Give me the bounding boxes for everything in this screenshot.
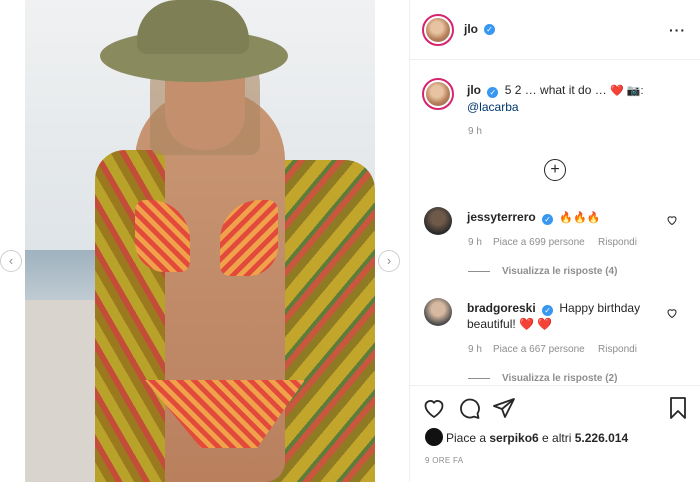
author-username[interactable]: jlo xyxy=(464,22,478,36)
caption-time: 9 h xyxy=(468,126,482,137)
load-more-comments-button[interactable]: + xyxy=(544,159,566,181)
comment-reply-link[interactable]: Rispondi xyxy=(598,237,637,248)
view-replies-label: Visualizza le risposte (4) xyxy=(502,266,618,277)
caption-avatar-image xyxy=(426,82,450,106)
post-time-ago: 9 ORE FA xyxy=(425,456,464,465)
comment-username[interactable]: bradgoreski xyxy=(467,301,536,315)
comment-likes-count[interactable]: Piace a 699 persone xyxy=(493,237,585,248)
view-replies-label: Visualizza le risposte (2) xyxy=(502,373,618,383)
chevron-left-icon: ‹ xyxy=(8,253,14,268)
share-send-icon[interactable] xyxy=(492,396,516,420)
author-avatar-image xyxy=(426,18,450,42)
comment-text: bradgoreski ✓ Happy birthday beautiful! … xyxy=(467,300,672,332)
comment-avatar[interactable] xyxy=(424,298,452,326)
caption-text: 5 2 … what it do … xyxy=(504,83,607,97)
comment-text: jessyterrero ✓ 🔥🔥🔥 xyxy=(467,209,672,226)
comment-likes-count[interactable]: Piace a 667 persone xyxy=(493,344,585,355)
more-options-icon[interactable]: ··· xyxy=(669,22,686,38)
comment-time: 9 h xyxy=(468,237,482,248)
likes-summary[interactable]: Piace a serpiko6 e altri 5.226.014 xyxy=(446,431,628,445)
author-avatar[interactable] xyxy=(422,14,454,46)
next-photo-button[interactable]: › xyxy=(378,250,400,272)
caption-emojis: ❤️ 📷: xyxy=(610,85,644,97)
post-header: jlo ✓ ··· xyxy=(410,0,700,60)
comment-like-heart-icon[interactable] xyxy=(666,306,678,319)
caption-avatar[interactable] xyxy=(422,78,454,110)
replies-divider xyxy=(468,377,490,379)
verified-badge-icon: ✓ xyxy=(484,24,495,35)
comment-bubble-icon[interactable] xyxy=(457,396,481,420)
view-replies-link[interactable]: Visualizza le risposte (2) xyxy=(468,373,617,383)
caption-username[interactable]: jlo xyxy=(467,83,481,97)
likes-user[interactable]: serpiko6 xyxy=(489,431,538,445)
plus-circle-icon: + xyxy=(550,161,560,178)
caption: jlo ✓ 5 2 … what it do … ❤️ 📷: @lacarba xyxy=(467,82,692,115)
likes-count[interactable]: 5.226.014 xyxy=(575,431,628,445)
likes-prefix: Piace a xyxy=(446,431,490,445)
post-actions-footer: Piace a serpiko6 e altri 5.226.014 9 ORE… xyxy=(410,385,700,482)
comment-reply-link[interactable]: Rispondi xyxy=(598,344,637,355)
post-photo[interactable] xyxy=(25,0,375,482)
save-bookmark-icon[interactable] xyxy=(666,396,690,420)
comment-username[interactable]: jessyterrero xyxy=(467,210,536,224)
comment-like-heart-icon[interactable] xyxy=(666,213,678,226)
post-sidebar: jlo ✓ ··· jlo ✓ 5 2 … what it do … ❤️ 📷:… xyxy=(410,0,700,482)
prev-photo-button[interactable]: ‹ xyxy=(0,250,22,272)
comment-verified-badge-icon: ✓ xyxy=(542,305,554,316)
comment-avatar[interactable] xyxy=(424,207,452,235)
comment-verified-badge-icon: ✓ xyxy=(542,214,554,225)
like-heart-icon[interactable] xyxy=(422,396,446,420)
view-replies-link[interactable]: Visualizza le risposte (4) xyxy=(468,266,617,277)
replies-divider xyxy=(468,270,490,272)
instagram-post: ‹ › jlo ✓ ··· jlo ✓ 5 2 … what it do … ❤… xyxy=(0,0,700,482)
photo-column: ‹ › xyxy=(0,0,410,482)
likes-mid: e altri xyxy=(538,431,575,445)
caption-mention-link[interactable]: @lacarba xyxy=(467,100,519,114)
comment-body: 🔥🔥🔥 xyxy=(559,212,601,224)
chevron-right-icon: › xyxy=(386,253,392,268)
photo-hat-crown xyxy=(137,0,249,54)
caption-verified-badge-icon: ✓ xyxy=(487,87,499,98)
comment-time: 9 h xyxy=(468,344,482,355)
liker-avatar[interactable] xyxy=(425,428,443,446)
